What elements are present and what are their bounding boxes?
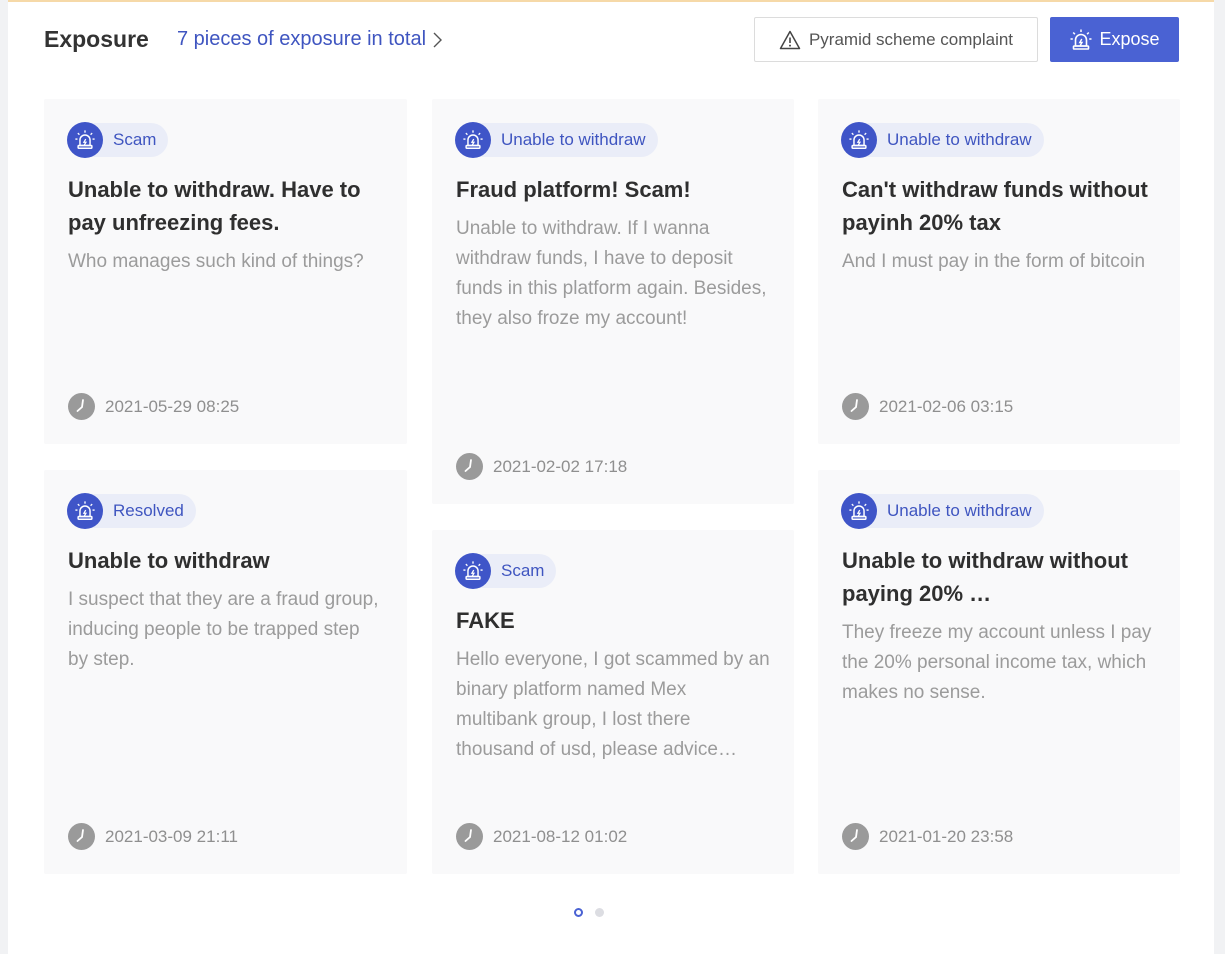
category-tag-label: Unable to withdraw: [887, 130, 1032, 149]
clock-icon: [456, 823, 483, 850]
alarm-siren-icon: [455, 122, 491, 158]
clock-icon: [456, 453, 483, 480]
category-tag-label: Scam: [113, 130, 157, 149]
card-description: They freeze my account unless I pay the …: [842, 622, 1152, 703]
timestamp-text: 2021-05-29 08:25: [105, 396, 240, 416]
category-tag-label: Unable to withdraw: [501, 130, 646, 149]
card-description: Unable to withdraw. If I wanna withdraw …: [456, 218, 767, 329]
expose-button[interactable]: Expose: [1050, 17, 1179, 62]
clock-icon: [68, 823, 95, 850]
card-timestamp: 2021-02-02 17:18: [456, 453, 627, 480]
timestamp-text: 2021-02-06 03:15: [879, 396, 1014, 416]
warning-triangle-icon: [779, 30, 801, 49]
card-timestamp: 2021-08-12 01:02: [456, 823, 627, 850]
pagination-dots: [574, 908, 604, 917]
category-tag: Resolved: [67, 493, 196, 529]
timestamp-text: 2021-03-09 21:11: [105, 826, 238, 846]
alarm-siren-icon: [841, 493, 877, 529]
total-exposure-link[interactable]: 7 pieces of exposure in total: [177, 28, 443, 51]
card-description: I suspect that they are a fraud group, i…: [68, 589, 379, 670]
clock-icon: [842, 823, 869, 850]
card-title: FAKE: [456, 608, 515, 633]
total-exposure-label: 7 pieces of exposure in total: [177, 28, 427, 50]
exposure-card[interactable]: Resolved Unable to withdraw I suspect th…: [44, 470, 407, 874]
clock-icon: [68, 393, 95, 420]
card-description: Hello everyone, I got scammed by an bina…: [456, 649, 770, 760]
alarm-siren-icon: [841, 122, 877, 158]
exposure-card[interactable]: Unable to withdraw Unable to withdraw wi…: [818, 470, 1180, 874]
category-tag-label: Unable to withdraw: [887, 501, 1032, 520]
pagination-dot-2[interactable]: [595, 908, 604, 917]
category-tag: Scam: [455, 553, 557, 589]
exposure-card[interactable]: Scam FAKE Hello everyone, I got scammed …: [432, 530, 794, 874]
card-title: Fraud platform! Scam!: [456, 177, 691, 202]
card-description: And I must pay in the form of bitcoin: [842, 251, 1146, 272]
category-tag: Unable to withdraw: [841, 122, 1044, 158]
card-timestamp: 2021-02-06 03:15: [842, 393, 1013, 420]
category-tag: Scam: [67, 122, 169, 158]
card-timestamp: 2021-01-20 23:58: [842, 823, 1013, 850]
alarm-siren-icon: [67, 122, 103, 158]
timestamp-text: 2021-08-12 01:02: [493, 826, 628, 846]
chevron-right-icon: [433, 32, 443, 47]
card-title: Unable to withdraw: [68, 548, 270, 573]
alarm-siren-icon: [455, 553, 491, 589]
alarm-siren-icon: [67, 493, 103, 529]
exposure-card[interactable]: Unable to withdraw Fraud platform! Scam!…: [432, 99, 794, 504]
alarm-siren-icon: [1070, 29, 1092, 50]
timestamp-text: 2021-01-20 23:58: [879, 826, 1014, 846]
category-tag: Unable to withdraw: [841, 493, 1044, 529]
exposure-panel: Exposure 7 pieces of exposure in total P…: [8, 0, 1214, 954]
card-title: Unable to withdraw. Have to pay unfreezi…: [68, 177, 361, 235]
card-title: Can't withdraw funds without payinh 20% …: [842, 177, 1148, 235]
page-title: Exposure: [44, 26, 149, 52]
expose-button-label: Expose: [1099, 29, 1160, 49]
card-title: Unable to withdraw without paying 20% …: [842, 548, 1128, 606]
exposure-card[interactable]: Scam Unable to withdraw. Have to pay unf…: [44, 99, 407, 444]
category-tag: Unable to withdraw: [455, 122, 658, 158]
category-tag-label: Resolved: [113, 501, 184, 520]
exposure-header: Exposure 7 pieces of exposure in total P…: [8, 2, 1214, 82]
card-timestamp: 2021-03-09 21:11: [68, 823, 238, 850]
exposure-card[interactable]: Unable to withdraw Can't withdraw funds …: [818, 99, 1180, 444]
clock-icon: [842, 393, 869, 420]
timestamp-text: 2021-02-02 17:18: [493, 456, 628, 476]
complaint-button-label: Pyramid scheme complaint: [808, 29, 1014, 49]
pagination-dot-1[interactable]: [574, 908, 583, 917]
card-description: Who manages such kind of things?: [68, 251, 364, 272]
pyramid-complaint-button[interactable]: Pyramid scheme complaint: [754, 17, 1038, 62]
card-timestamp: 2021-05-29 08:25: [68, 393, 239, 420]
category-tag-label: Scam: [501, 561, 545, 580]
